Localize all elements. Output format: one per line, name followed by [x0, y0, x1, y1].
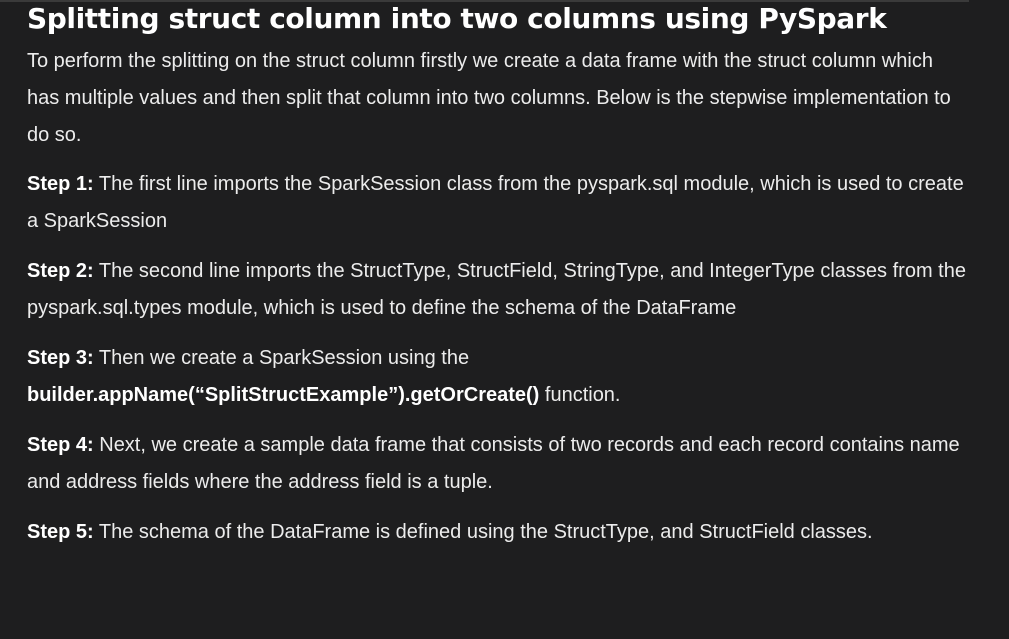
step-1-paragraph: Step 1: The first line imports the Spark…	[27, 166, 969, 240]
step-3-code: builder.appName(“SplitStructExample”).ge…	[27, 384, 540, 406]
step-2-label: Step 2:	[27, 260, 94, 282]
step-1-label: Step 1:	[27, 173, 94, 195]
divider	[0, 0, 969, 2]
step-4-text: Next, we create a sample data frame that…	[27, 434, 960, 493]
step-5-text: The schema of the DataFrame is defined u…	[93, 521, 873, 543]
step-3-paragraph: Step 3: Then we create a SparkSession us…	[27, 340, 969, 414]
article-content: Splitting struct column into two columns…	[0, 0, 1009, 639]
step-3-suffix: function.	[539, 384, 621, 406]
step-5-paragraph: Step 5: The schema of the DataFrame is d…	[27, 514, 969, 551]
step-3-label: Step 3:	[27, 347, 94, 369]
step-5-label: Step 5:	[27, 521, 94, 543]
step-4-paragraph: Step 4: Next, we create a sample data fr…	[27, 427, 969, 501]
intro-paragraph: To perform the splitting on the struct c…	[27, 50, 951, 146]
step-1-text: The first line imports the SparkSession …	[27, 173, 964, 232]
step-2-text: The second line imports the StructType, …	[27, 260, 966, 319]
step-3-text: Then we create a SparkSession using the	[93, 347, 470, 369]
step-4-label: Step 4:	[27, 434, 94, 456]
step-2-paragraph: Step 2: The second line imports the Stru…	[27, 253, 969, 327]
section-heading: Splitting struct column into two columns…	[27, 2, 887, 35]
